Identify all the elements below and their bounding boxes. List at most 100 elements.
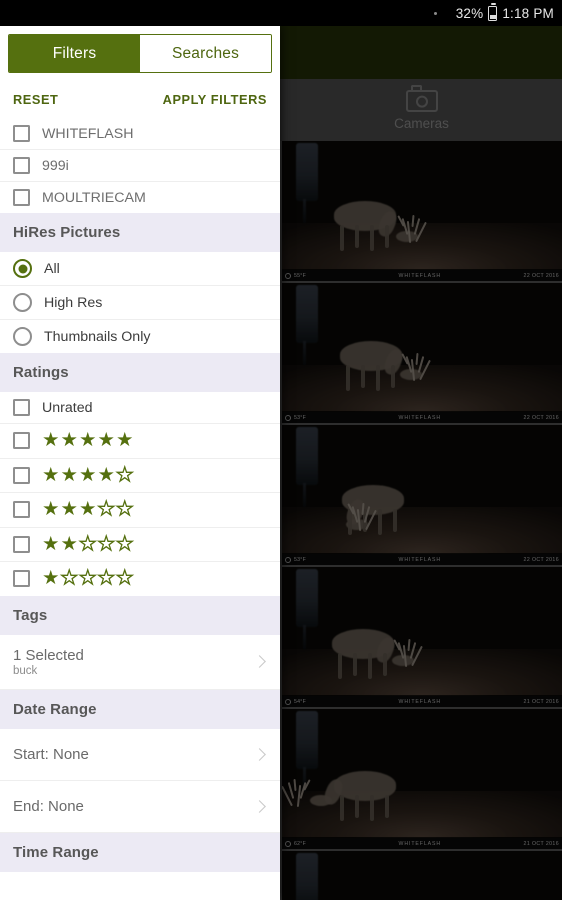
star-filled-icon: ★ <box>42 498 60 520</box>
rating-row-3-star[interactable]: ★ ★ ★ ★ ★ <box>0 493 280 528</box>
tab-cameras-label: Cameras <box>394 115 449 131</box>
deer-leg <box>370 795 374 821</box>
deer-leg <box>361 365 365 388</box>
hires-option-high-res[interactable]: High Res <box>0 286 280 320</box>
segmented-control[interactable]: Filters Searches <box>8 34 272 73</box>
checkbox-rating-3[interactable] <box>13 501 30 519</box>
photo-cell[interactable]: 53°F WHITEFLASH 22 OCT 2016 <box>282 425 562 565</box>
apply-filters-button[interactable]: APPLY FILTERS <box>163 92 267 107</box>
battery-percent: 32% <box>455 5 484 21</box>
checkbox-rating-1[interactable] <box>13 570 30 588</box>
photo-date: 21 OCT 2016 <box>523 840 559 847</box>
chevron-right-icon <box>253 655 266 668</box>
deer-antler <box>293 778 297 792</box>
star-rating-3: ★ ★ ★ ★ ★ <box>42 498 134 520</box>
status-indicator-dot <box>433 11 437 15</box>
moon-phase-icon <box>285 840 291 847</box>
hires-option-thumbnails-only[interactable]: Thumbnails Only <box>0 320 280 353</box>
rating-row-4-star[interactable]: ★ ★ ★ ★ ★ <box>0 458 280 493</box>
star-rating-4: ★ ★ ★ ★ ★ <box>42 463 134 486</box>
star-filled-icon: ★ <box>60 498 78 520</box>
camera-label: WHITEFLASH <box>42 125 134 142</box>
deer-leg <box>353 653 357 676</box>
star-empty-icon: ★ <box>97 567 116 589</box>
photo-ground <box>282 507 562 553</box>
tab-cameras[interactable]: Cameras <box>281 79 562 141</box>
section-header-time-range: Time Range <box>0 832 280 872</box>
tab-searches[interactable]: Searches <box>140 35 271 72</box>
camera-filter-moultriecam[interactable]: MOULTRIECAM <box>0 182 280 213</box>
camera-filter-999i[interactable]: 999i <box>0 150 280 182</box>
radio-high-res[interactable] <box>13 293 32 312</box>
checkbox-moultriecam[interactable] <box>13 189 30 206</box>
tab-filters[interactable]: Filters <box>9 35 140 72</box>
checkbox-unrated[interactable] <box>13 399 30 416</box>
photo-date: 22 OCT 2016 <box>523 556 559 563</box>
trail-camera-photo <box>282 283 562 423</box>
deer-leg <box>355 225 359 248</box>
checkbox-rating-2[interactable] <box>13 535 30 553</box>
chevron-right-icon <box>253 799 266 813</box>
date-range-start[interactable]: Start: None <box>0 728 280 781</box>
star-filled-icon: ★ <box>97 463 115 486</box>
tags-selector[interactable]: 1 Selected buck <box>0 634 280 690</box>
star-empty-icon: ★ <box>115 463 134 486</box>
checkbox-whiteflash[interactable] <box>13 125 30 142</box>
photo-tree <box>296 853 318 900</box>
photo-tree <box>296 427 318 507</box>
photo-cell[interactable]: 53°F WHITEFLASH 22 OCT 2016 <box>282 283 562 423</box>
deer-leg <box>340 225 344 251</box>
date-range-end[interactable]: End: None <box>0 780 280 833</box>
photo-camera-brand: WHITEFLASH <box>398 840 441 847</box>
photo-cell[interactable]: 62°FWHITEFLASH21 OCT 2016 <box>282 851 562 900</box>
filter-actions: RESET APPLY FILTERS <box>0 82 280 118</box>
trail-camera-photo <box>282 425 562 565</box>
star-filled-icon: ★ <box>60 429 78 451</box>
deer-leg <box>338 653 342 679</box>
rating-row-5-star[interactable]: ★ ★ ★ ★ ★ <box>0 424 280 459</box>
hires-option-all[interactable]: All <box>0 252 280 286</box>
reset-button[interactable]: RESET <box>13 92 58 107</box>
camera-label: 999i <box>42 157 69 174</box>
photo-cell[interactable]: 54°F WHITEFLASH 21 OCT 2016 <box>282 567 562 707</box>
star-empty-icon: ★ <box>115 498 134 520</box>
checkbox-rating-4[interactable] <box>13 466 30 484</box>
star-filled-icon: ★ <box>78 429 97 451</box>
photo-camera-brand: WHITEFLASH <box>398 698 441 705</box>
deer-leg <box>340 795 344 821</box>
deer-head <box>310 795 332 806</box>
photo-camera-brand: WHITEFLASH <box>398 556 441 563</box>
radio-thumbnails-only[interactable] <box>13 327 32 346</box>
star-filled-icon: ★ <box>42 463 60 486</box>
chevron-right-icon <box>253 747 266 761</box>
star-empty-icon: ★ <box>115 532 134 555</box>
photo-cell[interactable]: 55°F WHITEFLASH 22 OCT 2016 <box>282 141 562 281</box>
checkbox-999i[interactable] <box>13 157 30 174</box>
photo-date: 21 OCT 2016 <box>523 698 559 705</box>
moon-phase-icon <box>285 272 291 279</box>
deer-antler <box>415 352 419 366</box>
rating-row-2-star[interactable]: ★ ★ ★ ★ ★ <box>0 527 280 562</box>
checkbox-rating-5[interactable] <box>13 432 30 450</box>
camera-filter-whiteflash[interactable]: WHITEFLASH <box>0 118 280 150</box>
photo-temperature: 54°F <box>294 698 307 705</box>
section-header-ratings: Ratings <box>0 353 280 392</box>
photo-info-bar: 54°F WHITEFLASH 21 OCT 2016 <box>282 696 562 707</box>
radio-all[interactable] <box>13 259 32 278</box>
rating-unrated[interactable]: Unrated <box>0 392 280 424</box>
hires-label: Thumbnails Only <box>44 328 151 345</box>
star-empty-icon: ★ <box>78 567 97 589</box>
star-filled-icon: ★ <box>42 567 60 589</box>
photo-cell[interactable]: 62°FWHITEFLASH21 OCT 2016 <box>282 709 562 849</box>
section-header-tags: Tags <box>0 595 280 635</box>
star-filled-icon: ★ <box>115 429 134 451</box>
star-empty-icon: ★ <box>97 532 116 555</box>
rating-row-1-star[interactable]: ★ ★ ★ ★ ★ <box>0 562 280 596</box>
deer-leg <box>385 225 389 248</box>
star-filled-icon: ★ <box>60 463 78 486</box>
deer-leg <box>370 225 374 251</box>
battery-icon <box>488 2 498 21</box>
deer-leg <box>368 653 372 679</box>
photo-camera-brand: WHITEFLASH <box>398 272 441 279</box>
deer-leg <box>355 795 359 818</box>
